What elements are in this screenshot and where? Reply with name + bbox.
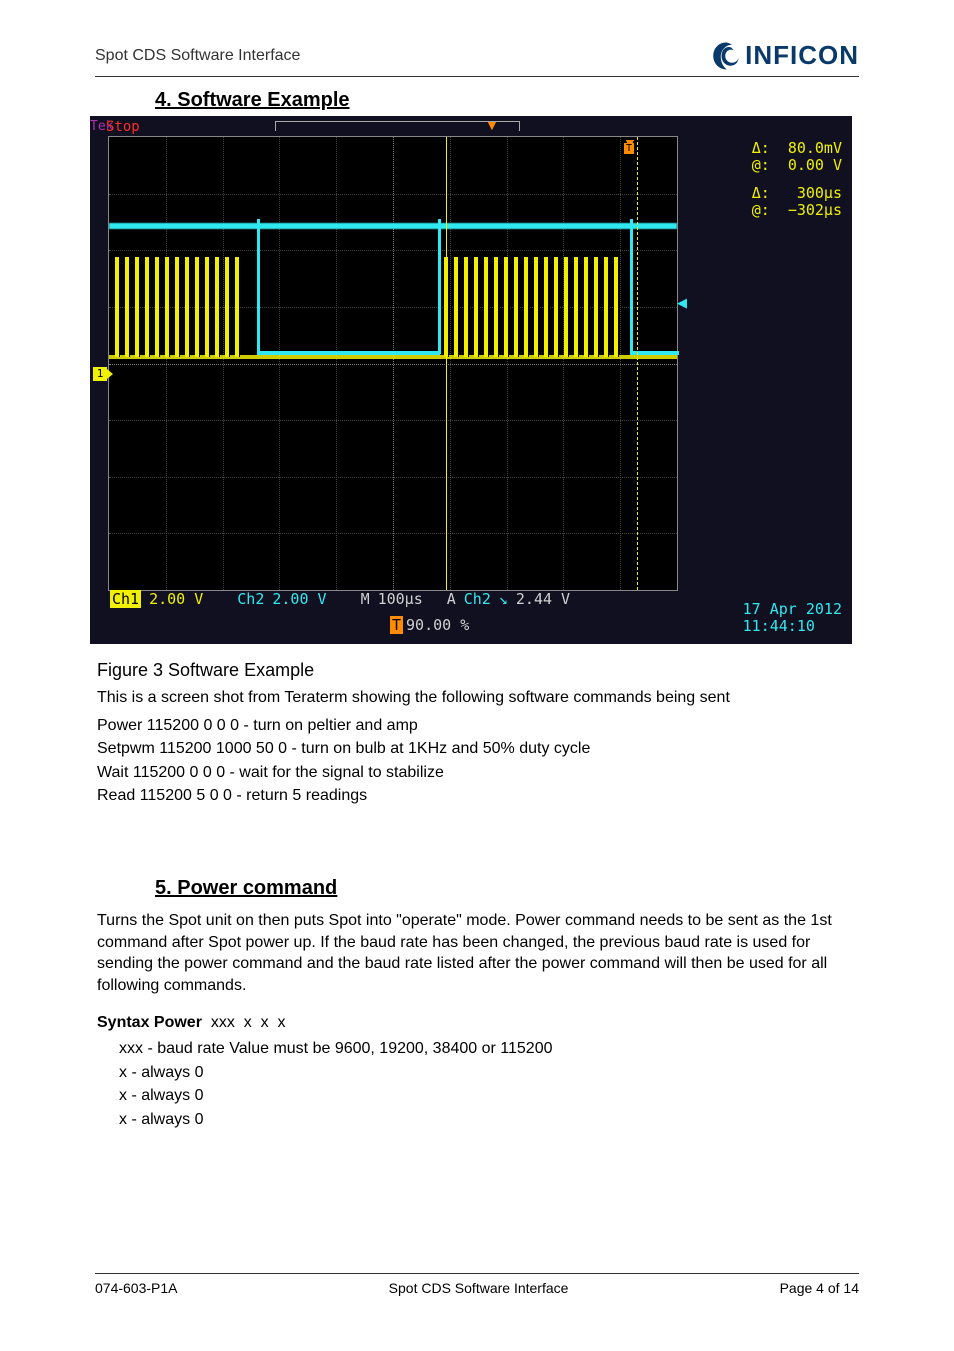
scope-record-bracket	[275, 121, 520, 131]
inficon-swirl-icon	[711, 41, 741, 71]
ch1-ground-arrow-icon	[107, 369, 113, 379]
pct-value: 90.00 %	[406, 616, 469, 634]
brand-logo: INFICON	[711, 40, 859, 71]
list-item: Power 115200 0 0 0 - turn on peltier and…	[97, 715, 859, 737]
scope-date: 17 Apr 2012	[743, 601, 842, 618]
page-footer: 074-603-P1A Spot CDS Software Interface …	[95, 1273, 859, 1296]
scope-cursor-readout: Δ: 80.0mV @: 0.00 V Δ: 300µs @: −302µs	[752, 140, 842, 229]
section-5-title: 5. Power command	[155, 877, 859, 900]
doc-title: Spot CDS Software Interface	[95, 47, 300, 65]
footer-title: Spot CDS Software Interface	[389, 1280, 569, 1296]
scope-timestamp: 17 Apr 2012 11:44:10	[743, 601, 842, 634]
page-header: Spot CDS Software Interface INFICON	[95, 40, 859, 77]
command-list: Power 115200 0 0 0 - turn on peltier and…	[97, 715, 859, 807]
list-item: x - always 0	[119, 1062, 859, 1084]
figure-3-caption: Figure 3 Software Example	[97, 660, 859, 681]
ch2-label: Ch2	[237, 590, 264, 608]
cursor-b	[637, 137, 638, 590]
list-item: x - always 0	[119, 1085, 859, 1107]
footer-doc-id: 074-603-P1A	[95, 1280, 178, 1296]
syntax-params: xxx - baud rate Value must be 9600, 1920…	[119, 1038, 859, 1130]
list-item: Read 115200 5 0 0 - return 5 readings	[97, 785, 859, 807]
oscilloscope-screenshot: Tek Stop ▼ ▼ T ◀	[90, 116, 852, 644]
pct-t-icon: T	[390, 616, 403, 634]
brand-name: INFICON	[745, 40, 859, 71]
syntax-line: Syntax Power xxx x x x	[97, 1012, 859, 1034]
list-item: Setpwm 115200 1000 50 0 - turn on bulb a…	[97, 738, 859, 760]
footer-page: Page 4 of 14	[780, 1280, 859, 1296]
ch2-ground-marker-icon: ◀	[677, 295, 687, 311]
trigger-t-label: T	[624, 143, 634, 154]
ch2-scale: 2.00 V	[272, 590, 326, 608]
scope-top-t-marker-icon: ▼	[485, 117, 495, 127]
list-item: x - always 0	[119, 1109, 859, 1131]
scope-bottom-readout: Ch1 2.00 V Ch2 2.00 V M 100µs A Ch2 ↘ 2.…	[110, 589, 682, 609]
ch2-trace	[109, 217, 677, 235]
syntax-args: xxx x x x	[202, 1014, 286, 1031]
section-4-title: 4. Software Example	[155, 89, 859, 112]
scope-stop-label: Stop	[106, 119, 140, 135]
timebase-label: M	[361, 590, 370, 608]
trig-src-label: A	[447, 590, 456, 608]
syntax-label: Syntax Power	[97, 1014, 202, 1031]
falling-edge-icon: ↘	[499, 590, 508, 608]
list-item: xxx - baud rate Value must be 9600, 1920…	[119, 1038, 859, 1060]
scope-graticule: ▼ T ◀ 1	[108, 136, 678, 591]
section-5-body: Turns the Spot unit on then puts Spot in…	[97, 910, 859, 996]
trig-src-ch: Ch2	[464, 590, 491, 608]
ch1-label: Ch1	[110, 590, 141, 608]
section-4-intro: This is a screen shot from Teraterm show…	[97, 687, 859, 709]
ch1-scale: 2.00 V	[149, 590, 203, 608]
scope-time: 11:44:10	[743, 618, 842, 635]
scope-position-readout: T90.00 %	[390, 616, 469, 634]
cursor-a	[446, 137, 447, 590]
list-item: Wait 115200 0 0 0 - wait for the signal …	[97, 762, 859, 784]
trig-level: 2.44 V	[516, 590, 570, 608]
timebase-value: 100µs	[378, 590, 423, 608]
ch1-ground-marker: 1	[93, 367, 107, 381]
